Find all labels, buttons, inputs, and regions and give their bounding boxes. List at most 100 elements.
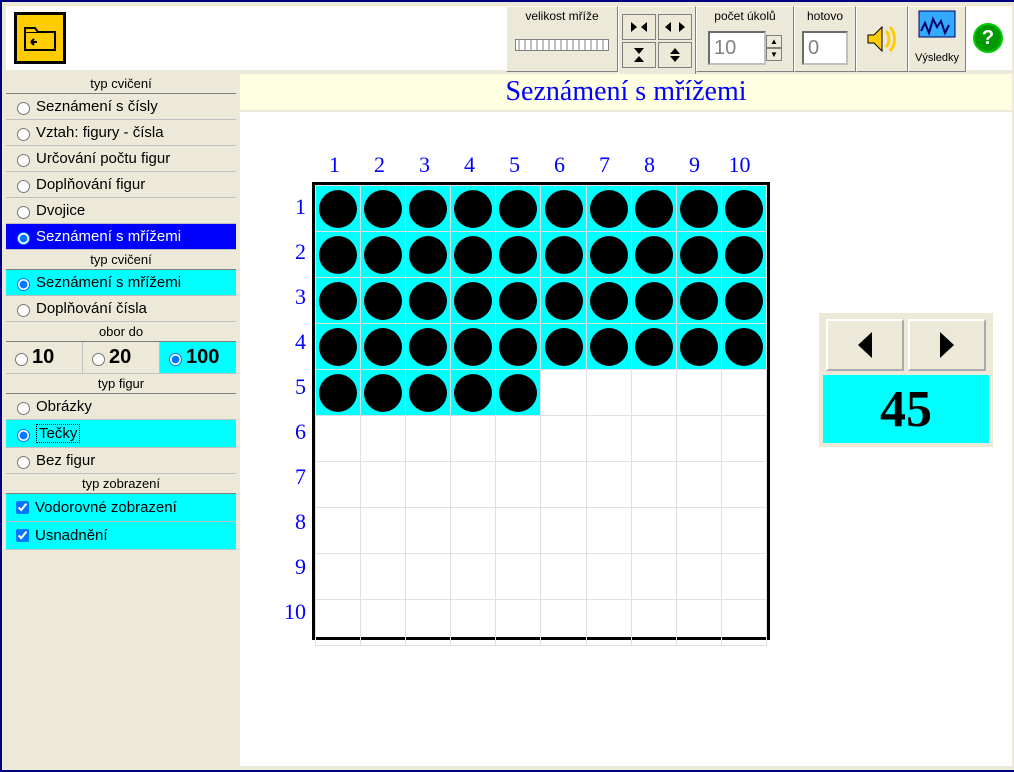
opt1-5[interactable]: Seznámení s mřížemi bbox=[6, 224, 236, 250]
cell-6-2 bbox=[361, 416, 406, 462]
section-typ-cviceni: typ cvičení bbox=[6, 74, 236, 94]
results-button[interactable]: Výsledky bbox=[908, 6, 966, 72]
section-typ-zobrazeni: typ zobrazení bbox=[6, 474, 236, 494]
shrink-horiz-button[interactable] bbox=[622, 14, 656, 40]
range-20[interactable]: 20 bbox=[83, 342, 160, 373]
cell-7-3 bbox=[406, 462, 451, 508]
fig-2[interactable]: Bez figur bbox=[6, 448, 236, 474]
dot-icon bbox=[364, 328, 402, 366]
range-100[interactable]: 100 bbox=[160, 342, 236, 373]
col-10: 10 bbox=[717, 152, 762, 178]
dot-icon bbox=[409, 282, 447, 320]
col-4: 4 bbox=[447, 152, 492, 178]
cell-9-7 bbox=[586, 554, 631, 600]
dot-icon bbox=[364, 374, 402, 412]
cell-3-7 bbox=[586, 278, 631, 324]
opt2-1[interactable]: Doplňování čísla bbox=[6, 296, 236, 322]
cell-7-9 bbox=[676, 462, 721, 508]
cell-2-7 bbox=[586, 232, 631, 278]
cell-4-9 bbox=[676, 324, 721, 370]
row-7: 7 bbox=[270, 454, 312, 499]
cell-1-9 bbox=[676, 186, 721, 232]
fig-1[interactable]: Tečky bbox=[6, 420, 236, 448]
column-headers: 12345678910 bbox=[312, 152, 762, 178]
results-label: Výsledky bbox=[909, 52, 965, 64]
cell-4-6 bbox=[541, 324, 586, 370]
cell-9-6 bbox=[541, 554, 586, 600]
section-typ-figur: typ figur bbox=[6, 374, 236, 394]
col-9: 9 bbox=[672, 152, 717, 178]
opt2-0[interactable]: Seznámení s mřížemi bbox=[6, 270, 236, 296]
grid bbox=[312, 182, 770, 640]
cell-6-1 bbox=[316, 416, 361, 462]
dot-icon bbox=[590, 190, 628, 228]
cell-4-5 bbox=[496, 324, 541, 370]
dot-icon bbox=[409, 236, 447, 274]
cell-1-5 bbox=[496, 186, 541, 232]
cell-5-3 bbox=[406, 370, 451, 416]
cell-7-6 bbox=[541, 462, 586, 508]
dot-icon bbox=[635, 282, 673, 320]
opt1-3[interactable]: Doplňování figur bbox=[6, 172, 236, 198]
back-folder-button[interactable] bbox=[14, 12, 66, 64]
grid-size-label: velikost mříže bbox=[507, 7, 617, 23]
tasks-input[interactable] bbox=[708, 31, 766, 65]
dot-icon bbox=[364, 236, 402, 274]
cell-1-2 bbox=[361, 186, 406, 232]
dot-icon bbox=[364, 190, 402, 228]
cell-8-5 bbox=[496, 508, 541, 554]
cell-2-5 bbox=[496, 232, 541, 278]
cell-9-8 bbox=[631, 554, 676, 600]
cell-10-10 bbox=[721, 600, 766, 646]
cell-5-9 bbox=[676, 370, 721, 416]
cell-7-8 bbox=[631, 462, 676, 508]
cell-3-5 bbox=[496, 278, 541, 324]
dot-icon bbox=[409, 190, 447, 228]
sound-button[interactable] bbox=[856, 6, 908, 72]
cell-6-10 bbox=[721, 416, 766, 462]
cell-7-2 bbox=[361, 462, 406, 508]
cell-8-7 bbox=[586, 508, 631, 554]
row-9: 9 bbox=[270, 544, 312, 589]
cell-10-3 bbox=[406, 600, 451, 646]
next-button[interactable] bbox=[908, 319, 986, 371]
expand-horiz-button[interactable] bbox=[658, 14, 692, 40]
main-area: 12345678910 12345678910 45 bbox=[240, 112, 1012, 766]
row-10: 10 bbox=[270, 589, 312, 634]
cell-3-10 bbox=[721, 278, 766, 324]
done-value bbox=[802, 31, 848, 65]
opt1-1[interactable]: Vztah: figury - čísla bbox=[6, 120, 236, 146]
dot-icon bbox=[545, 282, 583, 320]
tasks-up-button[interactable]: ▲ bbox=[766, 35, 782, 48]
dot-icon bbox=[319, 374, 357, 412]
disp-0[interactable]: Vodorovné zobrazení bbox=[6, 494, 236, 522]
page-title: Seznámení s mřížemi bbox=[240, 74, 1012, 110]
fig-0[interactable]: Obrázky bbox=[6, 394, 236, 420]
cell-6-8 bbox=[631, 416, 676, 462]
row-5: 5 bbox=[270, 364, 312, 409]
cell-9-3 bbox=[406, 554, 451, 600]
tasks-down-button[interactable]: ▼ bbox=[766, 48, 782, 61]
help-icon: ? bbox=[973, 23, 1003, 53]
cell-3-4 bbox=[451, 278, 496, 324]
cell-10-6 bbox=[541, 600, 586, 646]
cell-9-2 bbox=[361, 554, 406, 600]
dot-icon bbox=[680, 190, 718, 228]
opt1-0[interactable]: Seznámení s čísly bbox=[6, 94, 236, 120]
dot-icon bbox=[635, 236, 673, 274]
cell-4-2 bbox=[361, 324, 406, 370]
cell-6-7 bbox=[586, 416, 631, 462]
range-10[interactable]: 10 bbox=[6, 342, 83, 373]
cell-2-3 bbox=[406, 232, 451, 278]
shrink-vert-button[interactable] bbox=[622, 42, 656, 68]
row-6: 6 bbox=[270, 409, 312, 454]
prev-button[interactable] bbox=[826, 319, 904, 371]
expand-vert-button[interactable] bbox=[658, 42, 692, 68]
opt1-2[interactable]: Určování počtu figur bbox=[6, 146, 236, 172]
dot-icon bbox=[499, 190, 537, 228]
grid-size-slider[interactable] bbox=[515, 39, 609, 51]
dot-icon bbox=[319, 236, 357, 274]
opt1-4[interactable]: Dvojice bbox=[6, 198, 236, 224]
help-button[interactable]: ? bbox=[966, 6, 1010, 70]
disp-1[interactable]: Usnadnění bbox=[6, 522, 236, 550]
